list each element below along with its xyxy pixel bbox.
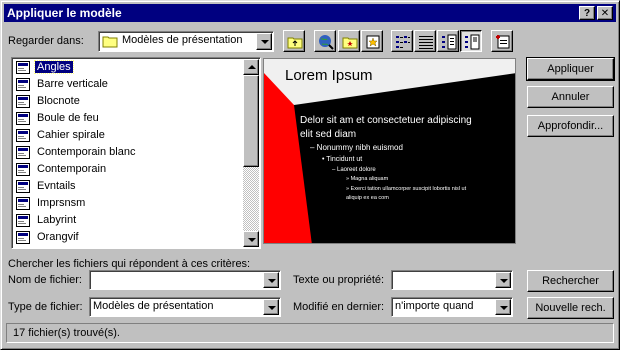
list-item-label: Imprsnsm xyxy=(37,197,86,209)
list-view-button[interactable] xyxy=(391,30,413,52)
preview-bullet-line: • Tincidunt ut xyxy=(322,156,363,163)
presentation-template-icon xyxy=(16,129,30,142)
details-view-button[interactable] xyxy=(414,30,436,52)
list-item-label: Blocnote xyxy=(37,95,80,107)
look-in-label: Regarder dans: xyxy=(8,35,84,47)
file-list-scrollbar[interactable] xyxy=(243,59,259,247)
presentation-template-icon xyxy=(16,231,30,244)
presentation-template-icon xyxy=(16,95,30,108)
presentation-template-icon xyxy=(16,78,30,91)
presentation-template-icon xyxy=(16,112,30,125)
list-item-label: Labyrint xyxy=(37,214,77,226)
scroll-down-button[interactable] xyxy=(243,231,259,247)
modified-value: n'importe quand xyxy=(395,300,474,312)
help-button[interactable]: ? xyxy=(579,6,595,20)
list-item-label: Orangvif xyxy=(37,231,79,243)
search-web-button[interactable] xyxy=(314,30,336,52)
file-type-label: Type de fichier: xyxy=(8,301,83,313)
up-one-level-button[interactable] xyxy=(283,30,305,52)
look-in-favorites-button[interactable] xyxy=(338,30,360,52)
chevron-down-icon[interactable] xyxy=(495,299,511,315)
preview-bullets: •Delor sit am et consectetuer adipiscing… xyxy=(300,114,511,204)
new-search-button-label: Nouvelle rech. xyxy=(535,302,606,314)
file-list[interactable]: Angles Barre verticale Blocnote Boule de fe… xyxy=(11,57,261,249)
presentation-template-icon xyxy=(16,197,30,210)
advanced-button-label: Approfondir... xyxy=(537,120,604,132)
list-item-label: Angles xyxy=(34,60,74,74)
file-type-dropdown[interactable]: Modèles de présentation xyxy=(89,297,281,317)
look-in-dropdown[interactable]: Modèles de présentation xyxy=(98,31,274,52)
properties-view-button[interactable] xyxy=(437,30,459,52)
apply-button-label: Appliquer xyxy=(547,63,594,75)
search-button[interactable]: Rechercher xyxy=(527,270,614,292)
preview-bullet-line: – Nonummy nibh euismod xyxy=(310,143,403,152)
window-title: Appliquer le modèle xyxy=(7,6,122,20)
presentation-template-icon xyxy=(16,61,30,74)
preview-bullet-line: » Exerci tation ullamcorper suscipit lob… xyxy=(346,185,467,192)
presentation-template-icon xyxy=(16,180,30,193)
title-bar: Appliquer le modèle ? ✕ xyxy=(4,4,616,22)
presentation-template-icon xyxy=(16,146,30,159)
status-bar: 17 fichier(s) trouvé(s). xyxy=(6,323,614,343)
file-name-field[interactable] xyxy=(89,270,281,290)
list-item-label: Barre verticale xyxy=(37,78,108,90)
file-type-value: Modèles de présentation xyxy=(93,300,214,312)
search-button-label: Rechercher xyxy=(542,275,599,287)
cancel-button[interactable]: Annuler xyxy=(527,86,614,108)
preview-bullet-line: » Magna aliquam xyxy=(346,176,389,182)
modified-label: Modifié en dernier: xyxy=(293,301,385,313)
list-item-label: Boule de feu xyxy=(37,112,99,124)
advanced-button[interactable]: Approfondir... xyxy=(527,115,614,137)
apply-button[interactable]: Appliquer xyxy=(526,57,615,81)
commands-settings-button[interactable] xyxy=(491,30,513,52)
cancel-button-label: Annuler xyxy=(551,91,590,103)
preview-title: Lorem Ipsum xyxy=(285,67,373,84)
list-item-label: Cahier spirale xyxy=(37,129,105,141)
look-in-value: Modèles de présentation xyxy=(122,34,243,46)
chevron-down-icon[interactable] xyxy=(263,272,279,288)
preview-bullet-line: – Laoreet dolore xyxy=(332,167,376,173)
folder-icon xyxy=(102,35,118,51)
text-property-label: Texte ou propriété: xyxy=(293,274,385,286)
file-name-label: Nom de fichier: xyxy=(8,274,82,286)
preview-bullet-line: elit sed diam xyxy=(300,129,357,140)
preview-view-button[interactable] xyxy=(460,30,482,52)
preview-bullet-line: aliquip ex ea com xyxy=(346,195,389,201)
apply-template-dialog: Appliquer le modèle ? ✕ Regarder dans: M… xyxy=(0,0,620,350)
preview-bullet-line: •Delor sit am et consectetuer adipiscing xyxy=(300,115,472,126)
presentation-template-icon xyxy=(16,214,30,227)
scroll-thumb[interactable] xyxy=(243,75,259,167)
status-text: 17 fichier(s) trouvé(s). xyxy=(13,327,120,339)
chevron-down-icon[interactable] xyxy=(495,272,511,288)
chevron-down-icon[interactable] xyxy=(263,299,279,315)
list-item-label: Contemporain xyxy=(37,163,107,175)
new-search-button[interactable]: Nouvelle rech. xyxy=(527,297,614,319)
search-criteria-label: Chercher les fichiers qui répondent à ce… xyxy=(8,258,251,270)
add-to-favorites-button[interactable] xyxy=(361,30,383,52)
close-button[interactable]: ✕ xyxy=(597,6,613,20)
template-preview: Lorem Ipsum •Delor sit am et consectetue… xyxy=(263,58,516,244)
list-item-label: Contemporain blanc xyxy=(37,146,136,158)
chevron-down-icon[interactable] xyxy=(256,33,272,50)
presentation-template-icon xyxy=(16,163,30,176)
scroll-up-button[interactable] xyxy=(243,59,259,75)
modified-dropdown[interactable]: n'importe quand xyxy=(391,297,513,317)
text-property-field[interactable] xyxy=(391,270,513,290)
list-item-label: Evntails xyxy=(37,180,76,192)
